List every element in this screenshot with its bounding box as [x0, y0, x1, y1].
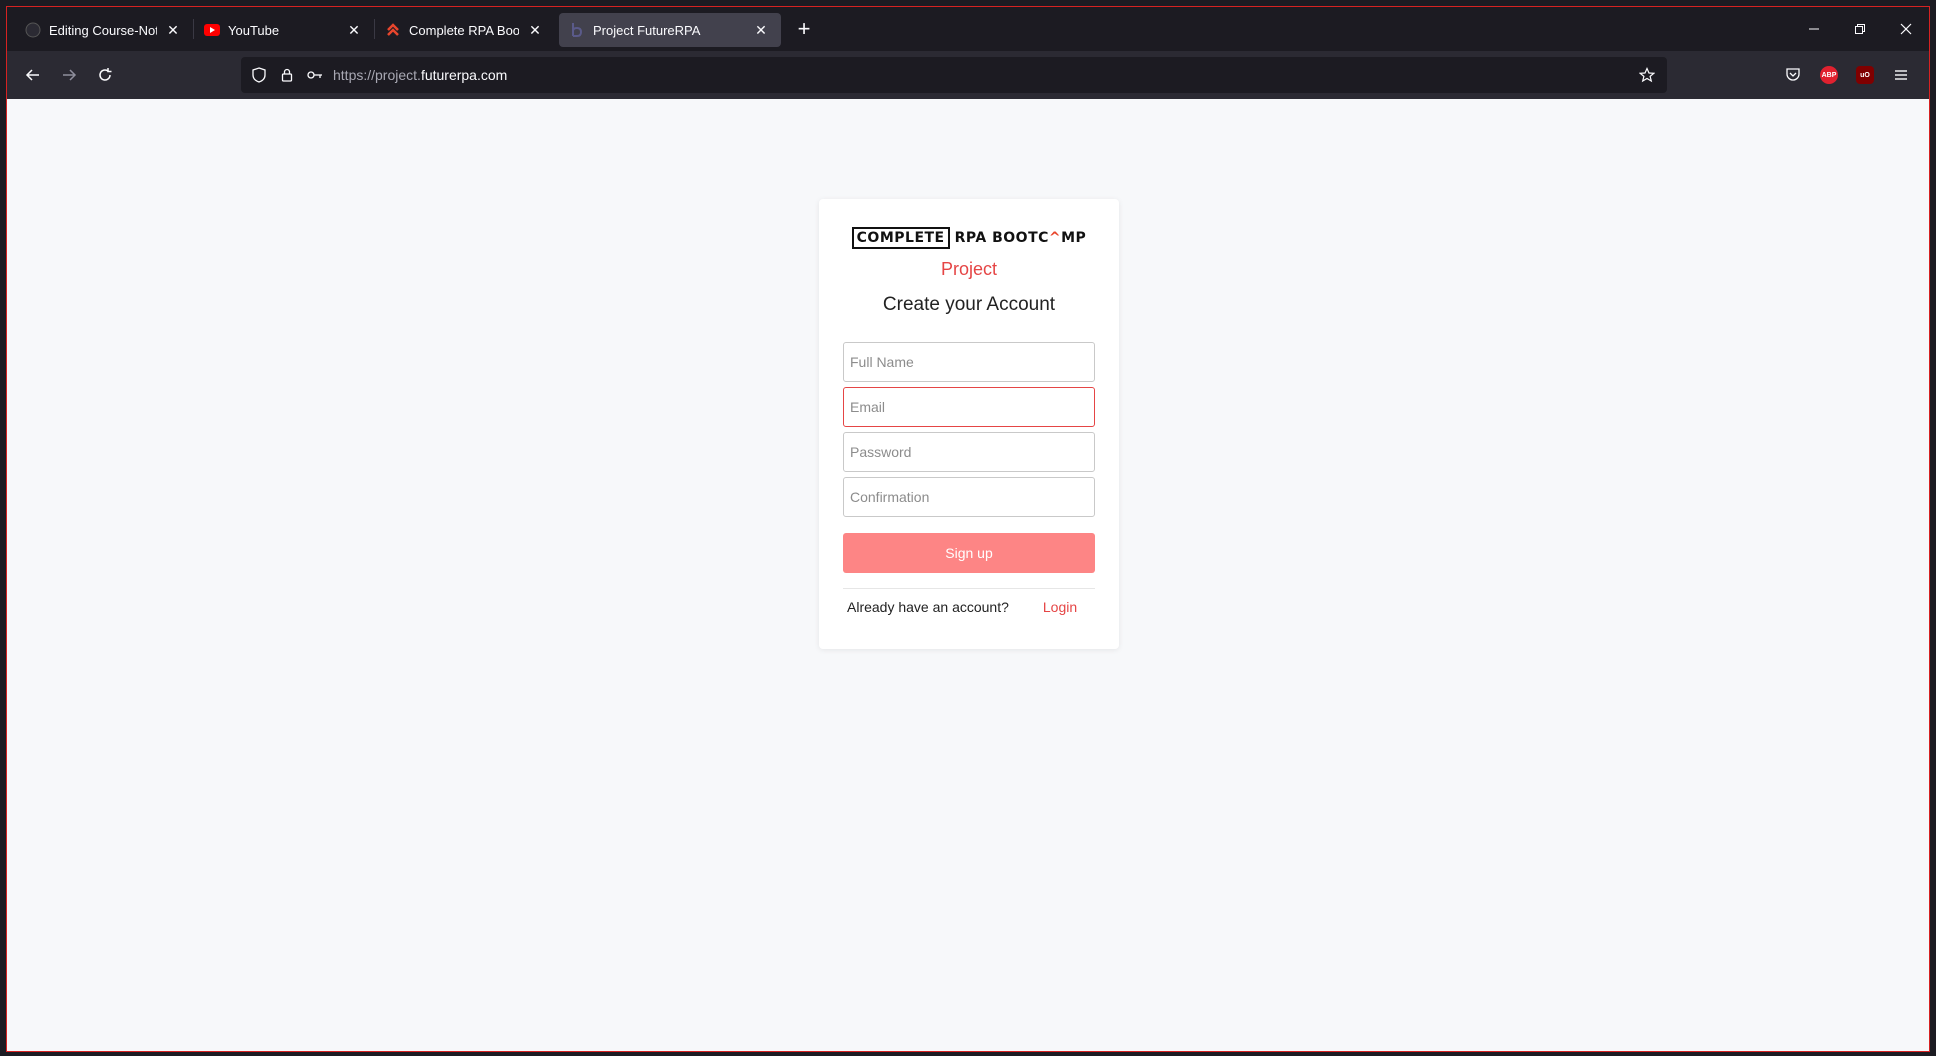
lock-icon[interactable] — [273, 61, 301, 89]
signup-card: COMPLETE RPA BOOTC ^ MP Project Create you… — [819, 199, 1119, 649]
tab-rpa-bootcamp[interactable]: Complete RPA Bootcamp: Mem ✕ — [375, 13, 555, 47]
logo-text: RPA BOOTC — [954, 230, 1049, 246]
password-field[interactable] — [843, 432, 1095, 472]
forward-icon[interactable] — [51, 57, 87, 93]
youtube-icon — [204, 22, 220, 38]
tab-title: Project FutureRPA — [593, 22, 701, 38]
url-text[interactable]: https://project.futurerpa.com — [333, 67, 507, 83]
pocket-icon[interactable] — [1775, 57, 1811, 93]
tab-title: Complete RPA Bootcamp: Mem — [409, 22, 519, 38]
bookmark-star-icon[interactable] — [1633, 61, 1661, 89]
tab-strip: Editing Course-Notes/E-Mail Int ✕ YouTub… — [7, 7, 1929, 51]
reload-icon[interactable] — [87, 57, 123, 93]
close-icon[interactable]: ✕ — [163, 20, 183, 40]
browser-window: Editing Course-Notes/E-Mail Int ✕ YouTub… — [6, 6, 1930, 1052]
login-prompt: Already have an account? Login — [843, 599, 1095, 615]
adblock-plus-icon[interactable]: ABP — [1811, 57, 1847, 93]
divider — [843, 588, 1095, 589]
new-tab-button[interactable]: + — [787, 12, 821, 46]
confirmation-field[interactable] — [843, 477, 1095, 517]
url-bar[interactable]: https://project.futurerpa.com — [241, 57, 1667, 93]
tab-title: Editing Course-Notes/E-Mail Int — [49, 22, 157, 38]
close-icon[interactable]: ✕ — [751, 20, 771, 40]
tab-title: YouTube — [228, 22, 280, 38]
close-icon[interactable]: ✕ — [344, 20, 364, 40]
logo-text-end: MP — [1061, 230, 1087, 246]
signup-button[interactable]: Sign up — [843, 533, 1095, 573]
back-icon[interactable] — [15, 57, 51, 93]
shield-icon[interactable] — [245, 61, 273, 89]
ublock-origin-icon[interactable]: uO — [1847, 57, 1883, 93]
url-prefix: https://project. — [333, 67, 421, 83]
menu-icon[interactable] — [1883, 57, 1919, 93]
login-link[interactable]: Login — [1043, 599, 1077, 615]
page-content: COMPLETE RPA BOOTC ^ MP Project Create you… — [7, 99, 1929, 1051]
key-icon[interactable] — [301, 61, 329, 89]
tab-project-futurerpa[interactable]: Project FutureRPA ✕ — [559, 13, 781, 47]
full-name-field[interactable] — [843, 342, 1095, 382]
email-field[interactable] — [843, 387, 1095, 427]
close-icon[interactable]: ✕ — [525, 20, 545, 40]
close-window-icon[interactable] — [1883, 7, 1929, 51]
rpa-bootcamp-logo: COMPLETE RPA BOOTC ^ MP — [843, 227, 1095, 249]
project-label: Project — [940, 259, 998, 279]
tab-github[interactable]: Editing Course-Notes/E-Mail Int ✕ — [15, 13, 193, 47]
page-title: Create your Account — [882, 294, 1056, 315]
futurerpa-icon — [569, 22, 585, 38]
logo-caret: ^ — [1048, 230, 1062, 246]
minimize-icon[interactable] — [1791, 7, 1837, 51]
already-account-text: Already have an account? — [847, 599, 1009, 615]
restore-icon[interactable] — [1837, 7, 1883, 51]
tab-youtube[interactable]: YouTube ✕ — [194, 13, 374, 47]
rpa-bootcamp-icon — [385, 22, 401, 38]
toolbar-extensions: ABP uO — [1775, 57, 1919, 93]
navigation-toolbar: https://project.futurerpa.com ABP uO — [7, 51, 1929, 99]
github-icon — [25, 22, 41, 38]
window-controls — [1791, 7, 1929, 51]
logo-boxed-text: COMPLETE — [851, 227, 950, 249]
url-domain: futurerpa.com — [420, 67, 508, 83]
